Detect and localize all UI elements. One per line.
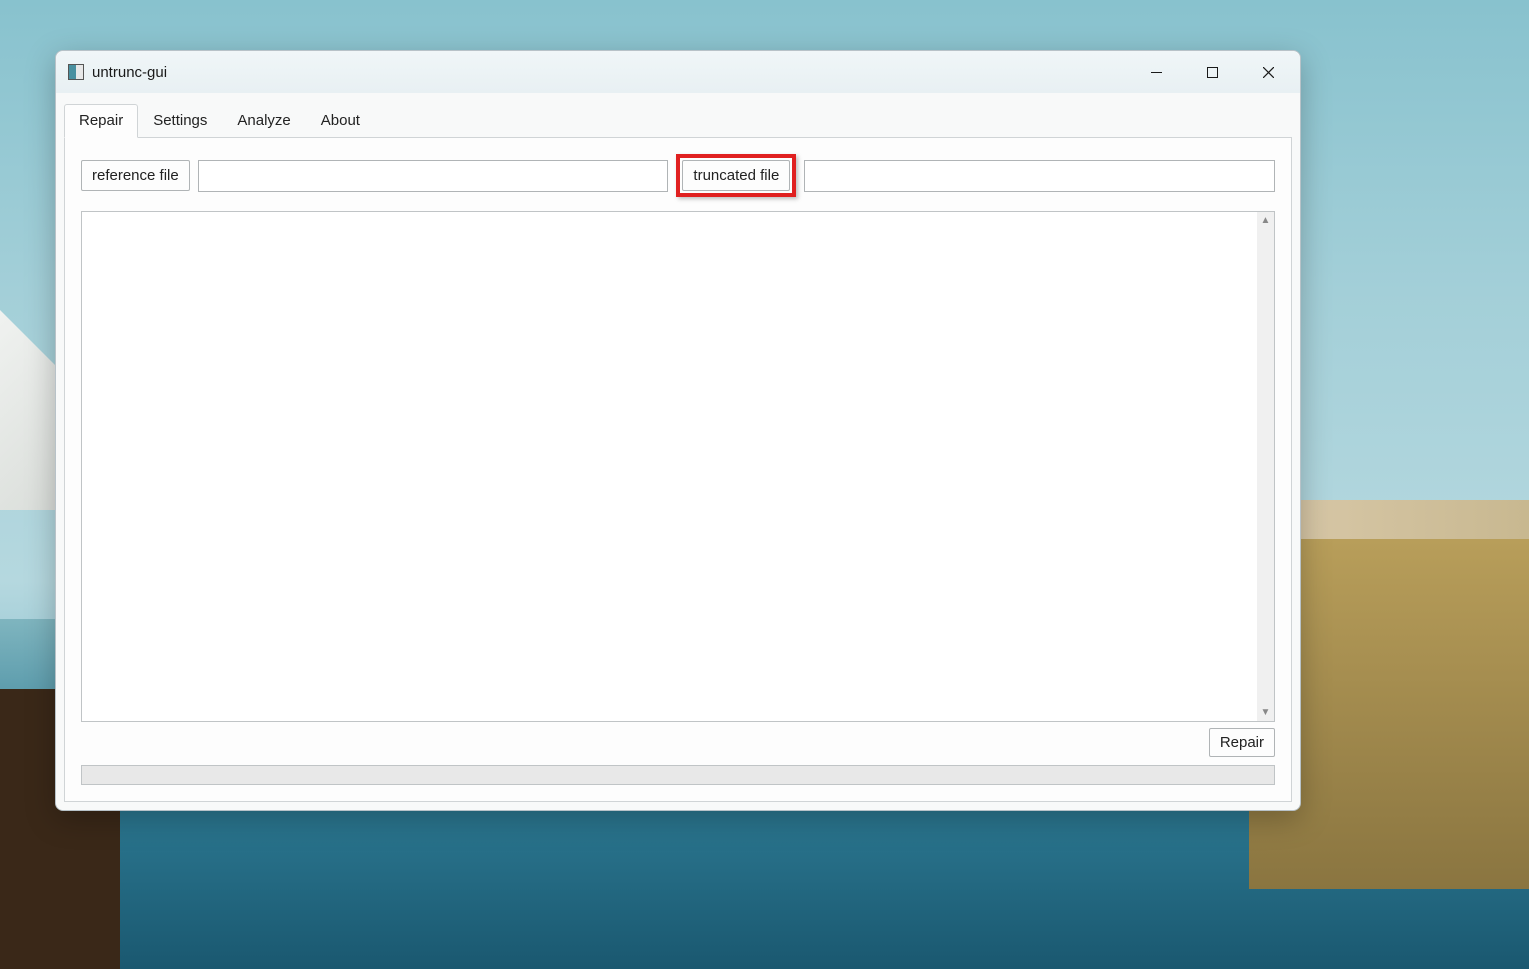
client-area: Repair Settings Analyze About reference …: [56, 93, 1300, 810]
titlebar[interactable]: untrunc-gui: [56, 51, 1300, 93]
close-button[interactable]: [1240, 51, 1296, 93]
reference-file-button[interactable]: reference file: [81, 160, 190, 191]
log-scrollbar[interactable]: ▲ ▼: [1257, 212, 1274, 721]
minimize-icon: [1151, 67, 1162, 78]
file-selection-row: reference file truncated file: [81, 154, 1275, 197]
truncated-file-button[interactable]: truncated file: [682, 160, 790, 191]
minimize-button[interactable]: [1128, 51, 1184, 93]
repair-button[interactable]: Repair: [1209, 728, 1275, 757]
log-output[interactable]: ▲ ▼: [81, 211, 1275, 722]
maximize-icon: [1207, 67, 1218, 78]
progress-bar: [81, 765, 1275, 785]
close-icon: [1263, 67, 1274, 78]
tabbar: Repair Settings Analyze About: [64, 103, 1292, 138]
scroll-up-icon[interactable]: ▲: [1257, 212, 1274, 229]
app-window: untrunc-gui Repair Settings Analyze Abou…: [55, 50, 1301, 811]
reference-file-input[interactable]: [198, 160, 669, 192]
window-controls: [1128, 51, 1296, 93]
window-title: untrunc-gui: [92, 64, 1128, 81]
tab-about[interactable]: About: [306, 104, 375, 138]
maximize-button[interactable]: [1184, 51, 1240, 93]
tab-content-repair: reference file truncated file ▲ ▼ Repair: [64, 138, 1292, 802]
action-row: Repair: [81, 728, 1275, 757]
tab-analyze[interactable]: Analyze: [222, 104, 305, 138]
scroll-down-icon[interactable]: ▼: [1257, 704, 1274, 721]
tab-repair[interactable]: Repair: [64, 104, 138, 138]
app-icon: [68, 64, 84, 80]
tab-settings[interactable]: Settings: [138, 104, 222, 138]
truncated-file-input[interactable]: [804, 160, 1275, 192]
highlight-annotation: truncated file: [676, 154, 796, 197]
